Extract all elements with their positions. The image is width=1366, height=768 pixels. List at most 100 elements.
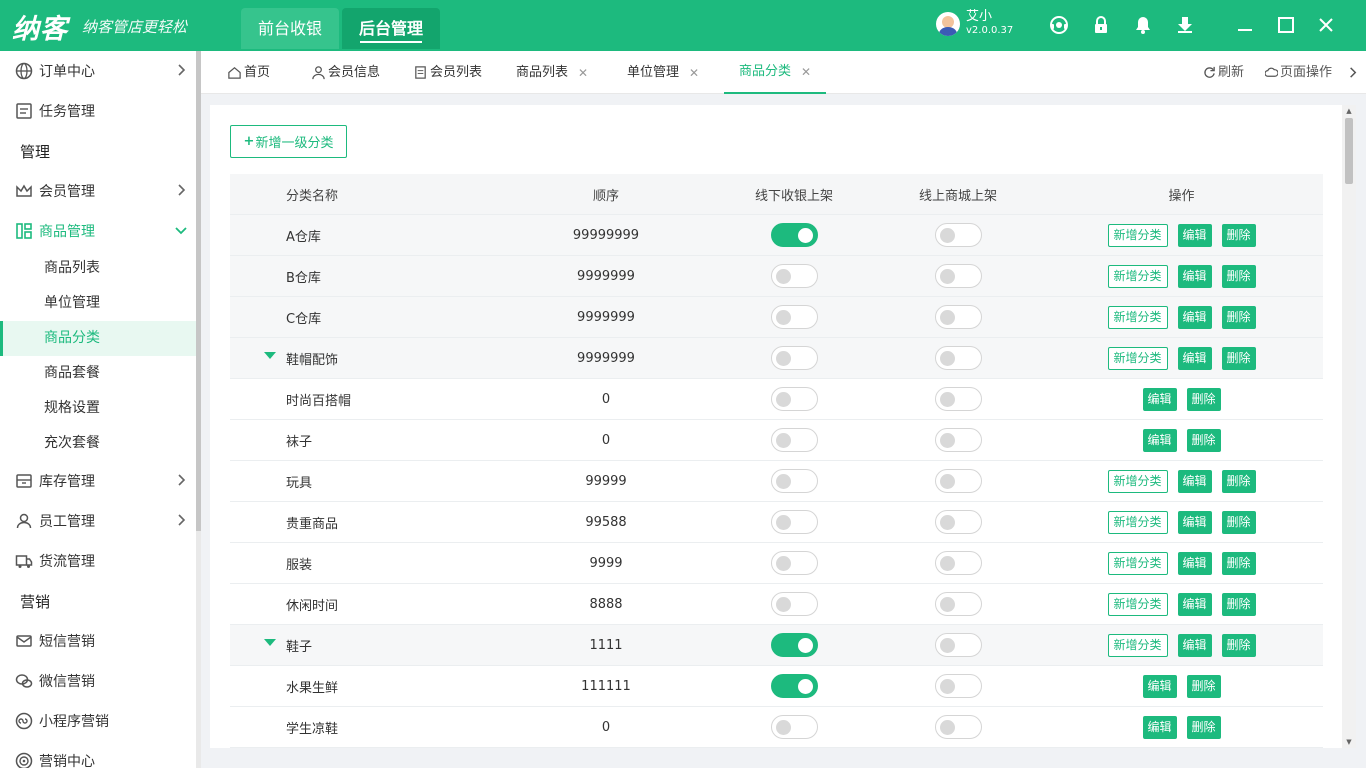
delete-button[interactable]: 删除	[1221, 510, 1256, 534]
scroll-up-arrow[interactable]: ▲	[1345, 107, 1353, 115]
edit-button[interactable]: 编辑	[1177, 305, 1212, 329]
tab-goods-category[interactable]: 商品分类 ✕	[724, 50, 827, 94]
sidebar-sub-category[interactable]: 商品分类	[0, 321, 196, 356]
online-shelf-toggle[interactable]	[934, 387, 982, 411]
offline-shelf-toggle[interactable]	[770, 428, 818, 452]
close-icon[interactable]	[1315, 14, 1337, 36]
edit-button[interactable]: 编辑	[1177, 592, 1212, 616]
add-subcategory-button[interactable]: 新增分类	[1107, 633, 1168, 657]
offline-shelf-toggle[interactable]	[770, 551, 818, 575]
online-shelf-toggle[interactable]	[934, 715, 982, 739]
edit-button[interactable]: 编辑	[1177, 346, 1212, 370]
edit-button[interactable]: 编辑	[1142, 387, 1177, 411]
sidebar-sub-spec[interactable]: 规格设置	[0, 391, 196, 426]
offline-shelf-toggle[interactable]	[770, 715, 818, 739]
delete-button[interactable]: 删除	[1221, 264, 1256, 288]
expand-caret-icon[interactable]	[264, 638, 276, 646]
sidebar-item-tasks[interactable]: 任务管理	[0, 91, 196, 131]
close-tab-icon[interactable]: ✕	[801, 50, 811, 94]
add-subcategory-button[interactable]: 新增分类	[1107, 264, 1168, 288]
offline-shelf-toggle[interactable]	[770, 264, 818, 288]
scroll-down-arrow[interactable]: ▼	[1345, 738, 1353, 746]
offline-shelf-toggle[interactable]	[770, 346, 818, 370]
top-tab-backend[interactable]: 后台管理	[342, 8, 440, 49]
edit-button[interactable]: 编辑	[1177, 510, 1212, 534]
sidebar-item-miniapp[interactable]: 小程序营销	[0, 701, 196, 741]
headset-icon[interactable]	[1048, 14, 1070, 36]
add-subcategory-button[interactable]: 新增分类	[1107, 510, 1168, 534]
online-shelf-toggle[interactable]	[934, 264, 982, 288]
add-subcategory-button[interactable]: 新增分类	[1107, 346, 1168, 370]
online-shelf-toggle[interactable]	[934, 469, 982, 493]
edit-button[interactable]: 编辑	[1177, 223, 1212, 247]
online-shelf-toggle[interactable]	[934, 551, 982, 575]
offline-shelf-toggle[interactable]	[770, 592, 818, 616]
main-scrollbar[interactable]	[1345, 118, 1353, 184]
delete-button[interactable]: 删除	[1221, 592, 1256, 616]
online-shelf-toggle[interactable]	[934, 305, 982, 329]
tabs-next-icon[interactable]	[1346, 51, 1361, 94]
edit-button[interactable]: 编辑	[1177, 264, 1212, 288]
edit-button[interactable]: 编辑	[1142, 715, 1177, 739]
sidebar-item-members[interactable]: 会员管理	[0, 171, 196, 211]
online-shelf-toggle[interactable]	[934, 510, 982, 534]
edit-button[interactable]: 编辑	[1177, 551, 1212, 575]
delete-button[interactable]: 删除	[1186, 428, 1221, 452]
offline-shelf-toggle[interactable]	[770, 223, 818, 247]
sidebar-item-staff[interactable]: 员工管理	[0, 501, 196, 541]
delete-button[interactable]: 删除	[1186, 715, 1221, 739]
online-shelf-toggle[interactable]	[934, 592, 982, 616]
tab-goods-list[interactable]: 商品列表 ✕	[516, 51, 588, 94]
page-ops-button[interactable]: 页面操作	[1265, 51, 1332, 94]
sidebar-item-logistics[interactable]: 货流管理	[0, 541, 196, 581]
edit-button[interactable]: 编辑	[1142, 428, 1177, 452]
add-top-category-button[interactable]: + 新增一级分类	[230, 125, 347, 158]
add-subcategory-button[interactable]: 新增分类	[1107, 305, 1168, 329]
sidebar-item-wechat[interactable]: 微信营销	[0, 661, 196, 701]
delete-button[interactable]: 删除	[1186, 674, 1221, 698]
maximize-icon[interactable]	[1275, 14, 1297, 36]
delete-button[interactable]: 删除	[1221, 223, 1256, 247]
sidebar-sub-units[interactable]: 单位管理	[0, 286, 196, 321]
delete-button[interactable]: 删除	[1221, 633, 1256, 657]
expand-caret-icon[interactable]	[264, 351, 276, 359]
edit-button[interactable]: 编辑	[1142, 674, 1177, 698]
tab-member-info[interactable]: 会员信息	[311, 51, 380, 94]
online-shelf-toggle[interactable]	[934, 428, 982, 452]
user-info[interactable]: 艾小 v2.0.0.37	[936, 10, 1013, 38]
edit-button[interactable]: 编辑	[1177, 469, 1212, 493]
online-shelf-toggle[interactable]	[934, 346, 982, 370]
minimize-icon[interactable]	[1234, 14, 1256, 36]
add-subcategory-button[interactable]: 新增分类	[1107, 551, 1168, 575]
download-icon[interactable]	[1174, 14, 1196, 36]
sidebar-item-marketing-center[interactable]: 营销中心	[0, 741, 196, 768]
delete-button[interactable]: 删除	[1221, 469, 1256, 493]
tab-home[interactable]: 首页	[227, 51, 270, 94]
online-shelf-toggle[interactable]	[934, 674, 982, 698]
offline-shelf-toggle[interactable]	[770, 510, 818, 534]
tab-member-list[interactable]: 会员列表	[413, 51, 482, 94]
edit-button[interactable]: 编辑	[1177, 633, 1212, 657]
sidebar-sub-goods-list[interactable]: 商品列表	[0, 251, 196, 286]
delete-button[interactable]: 删除	[1221, 551, 1256, 575]
close-tab-icon[interactable]: ✕	[578, 51, 588, 95]
tab-unit-manage[interactable]: 单位管理 ✕	[627, 51, 699, 94]
lock-icon[interactable]	[1090, 14, 1112, 36]
offline-shelf-toggle[interactable]	[770, 387, 818, 411]
sidebar-scrollbar[interactable]	[196, 51, 201, 531]
sidebar-item-orders[interactable]: 订单中心	[0, 51, 196, 91]
offline-shelf-toggle[interactable]	[770, 674, 818, 698]
delete-button[interactable]: 删除	[1186, 387, 1221, 411]
bell-icon[interactable]	[1132, 14, 1154, 36]
offline-shelf-toggle[interactable]	[770, 305, 818, 329]
add-subcategory-button[interactable]: 新增分类	[1107, 223, 1168, 247]
add-subcategory-button[interactable]: 新增分类	[1107, 469, 1168, 493]
delete-button[interactable]: 删除	[1221, 305, 1256, 329]
offline-shelf-toggle[interactable]	[770, 633, 818, 657]
online-shelf-toggle[interactable]	[934, 223, 982, 247]
sidebar-item-sms[interactable]: 短信营销	[0, 621, 196, 661]
add-subcategory-button[interactable]: 新增分类	[1107, 592, 1168, 616]
sidebar-sub-package[interactable]: 商品套餐	[0, 356, 196, 391]
sidebar-sub-recharge[interactable]: 充次套餐	[0, 426, 196, 461]
sidebar-item-stock[interactable]: 库存管理	[0, 461, 196, 501]
